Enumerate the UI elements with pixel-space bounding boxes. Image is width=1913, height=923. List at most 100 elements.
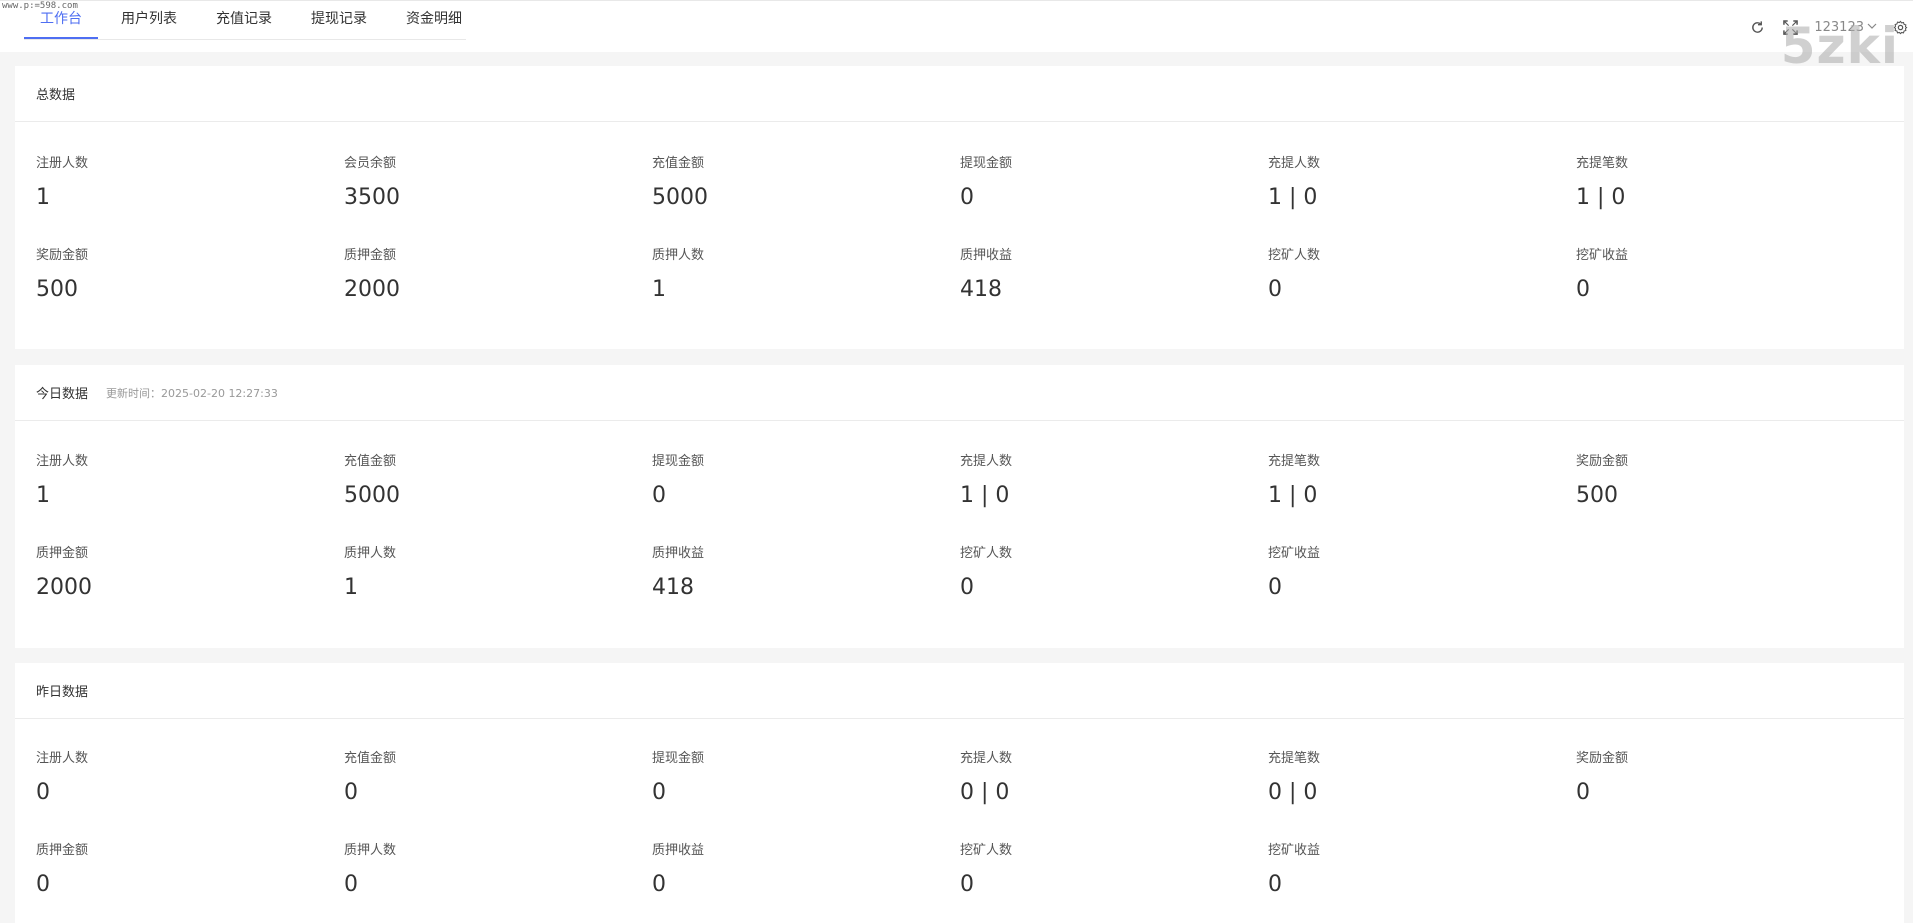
stat-value: 0 <box>960 185 974 210</box>
stat-item: 注册人数 1 <box>36 155 336 211</box>
tab-withdraw-records[interactable]: 提现记录 <box>295 1 383 39</box>
stat-label: 质押收益 <box>652 546 705 561</box>
stat-item: 提现金额 0 <box>652 750 952 806</box>
tab-fund-details[interactable]: 资金明细 <box>390 1 478 39</box>
stat-item: 提现金额 0 <box>652 453 952 509</box>
stat-label: 奖励金额 <box>1576 751 1629 766</box>
stat-value: 1 | 0 <box>1268 483 1318 508</box>
stat-value: 0 <box>1268 872 1282 897</box>
stat-label: 充提人数 <box>960 751 1013 766</box>
stat-item: 质押收益 0 <box>652 842 952 898</box>
stat-item: 质押金额 0 <box>36 842 336 898</box>
stat-item: 注册人数 0 <box>36 750 336 806</box>
total-data-card: 总数据 注册人数 1 会员余额 3500 充值金额 5000 提现金额 0 充提人数 1 … <box>15 66 1904 349</box>
stat-label: 充提笔数 <box>1576 156 1629 171</box>
stat-value: 0 <box>652 780 666 805</box>
top-navbar: www.p:=598.com 工作台 用户列表 充值记录 提现记录 资金明细 1… <box>0 0 1913 71</box>
stat-value: 0 <box>1268 575 1282 600</box>
stat-value: 0 <box>1576 780 1590 805</box>
tab-recharge-records[interactable]: 充值记录 <box>200 1 288 39</box>
stat-label: 挖矿人数 <box>960 546 1013 561</box>
stat-item: 充提人数 0 | 0 <box>960 750 1260 806</box>
stat-value: 1 <box>652 277 666 302</box>
stat-value: 0 <box>36 872 50 897</box>
stat-item: 注册人数 1 <box>36 453 336 509</box>
stat-item: 提现金额 0 <box>960 155 1260 211</box>
stat-item: 挖矿收益 0 <box>1268 545 1568 601</box>
stat-label: 提现金额 <box>960 156 1013 171</box>
stat-label: 奖励金额 <box>36 248 89 263</box>
card-header: 今日数据 更新时间：2025-02-20 12:27:33 <box>15 365 1904 421</box>
stat-value: 0 <box>344 780 358 805</box>
stat-value: 2000 <box>344 277 400 302</box>
stat-value: 1 | 0 <box>960 483 1010 508</box>
stat-item: 奖励金额 0 <box>1576 750 1876 806</box>
settings-icon[interactable] <box>1891 18 1909 36</box>
stat-label: 挖矿收益 <box>1268 843 1321 858</box>
stat-value: 5000 <box>652 185 708 210</box>
card-header: 昨日数据 <box>15 663 1904 719</box>
stat-label: 充提笔数 <box>1268 454 1321 469</box>
stat-item: 充提人数 1 | 0 <box>1268 155 1568 211</box>
stat-item: 质押人数 0 <box>344 842 644 898</box>
username: 123123 <box>1814 19 1864 35</box>
stat-item: 充值金额 5000 <box>344 453 644 509</box>
stat-label: 质押人数 <box>344 546 397 561</box>
stat-label: 挖矿人数 <box>1268 248 1321 263</box>
stat-label: 质押收益 <box>652 843 705 858</box>
stat-label: 挖矿收益 <box>1576 248 1629 263</box>
fullscreen-icon[interactable] <box>1781 18 1799 36</box>
stat-label: 注册人数 <box>36 454 89 469</box>
stat-label: 提现金额 <box>652 751 705 766</box>
stat-item: 挖矿人数 0 <box>1268 247 1568 303</box>
stat-item: 质押人数 1 <box>344 545 644 601</box>
stat-value: 418 <box>652 575 694 600</box>
stat-value: 1 | 0 <box>1576 185 1626 210</box>
yesterday-data-card: 昨日数据 注册人数 0 充值金额 0 提现金额 0 充提人数 0 | 0 充提笔数 0 |… <box>15 663 1904 923</box>
user-menu[interactable]: 123123 <box>1814 20 1877 35</box>
stat-label: 质押金额 <box>36 843 89 858</box>
stat-value: 2000 <box>36 575 92 600</box>
refresh-icon-svg <box>1752 20 1763 33</box>
stat-label: 提现金额 <box>652 454 705 469</box>
refresh-icon[interactable] <box>1748 18 1766 36</box>
card-header: 总数据 <box>15 66 1904 122</box>
stat-value: 0 <box>344 872 358 897</box>
stat-value: 0 <box>36 780 50 805</box>
stat-label: 充值金额 <box>344 454 397 469</box>
stat-item: 充提人数 1 | 0 <box>960 453 1260 509</box>
tab-user-list[interactable]: 用户列表 <box>105 1 193 39</box>
stat-label: 挖矿收益 <box>1268 546 1321 561</box>
stat-label: 注册人数 <box>36 156 89 171</box>
chevron-down-icon <box>1867 20 1877 35</box>
stat-item: 挖矿收益 0 <box>1576 247 1876 303</box>
stat-label: 充提笔数 <box>1268 751 1321 766</box>
stat-label: 注册人数 <box>36 751 89 766</box>
stat-item: 质押收益 418 <box>652 545 952 601</box>
stat-label: 质押金额 <box>344 248 397 263</box>
stat-item: 会员余额 3500 <box>344 155 644 211</box>
stat-value: 0 | 0 <box>1268 780 1318 805</box>
tab-dashboard[interactable]: 工作台 <box>24 1 98 39</box>
stat-item: 挖矿人数 0 <box>960 545 1260 601</box>
header-actions: 123123 <box>1748 17 1913 37</box>
stat-item: 挖矿收益 0 <box>1268 842 1568 898</box>
tab-bar: 工作台 用户列表 充值记录 提现记录 资金明细 <box>24 1 466 40</box>
stat-item: 质押人数 1 <box>652 247 952 303</box>
stat-item: 充值金额 5000 <box>652 155 952 211</box>
stat-label: 奖励金额 <box>1576 454 1629 469</box>
stat-value: 1 <box>344 575 358 600</box>
stat-item: 质押金额 2000 <box>36 545 336 601</box>
stat-value: 0 <box>1268 277 1282 302</box>
stat-item: 挖矿人数 0 <box>960 842 1260 898</box>
stat-label: 充提人数 <box>1268 156 1321 171</box>
today-data-card: 今日数据 更新时间：2025-02-20 12:27:33 注册人数 1 充值金额… <box>15 365 1904 648</box>
stat-label: 质押人数 <box>344 843 397 858</box>
card-title: 昨日数据 <box>36 685 89 700</box>
stat-value: 500 <box>1576 483 1618 508</box>
stat-item: 充提笔数 1 | 0 <box>1576 155 1876 211</box>
stat-item: 充提笔数 1 | 0 <box>1268 453 1568 509</box>
stat-value: 3500 <box>344 185 400 210</box>
update-time: 更新时间：2025-02-20 12:27:33 <box>106 386 278 400</box>
stat-item: 质押金额 2000 <box>344 247 644 303</box>
